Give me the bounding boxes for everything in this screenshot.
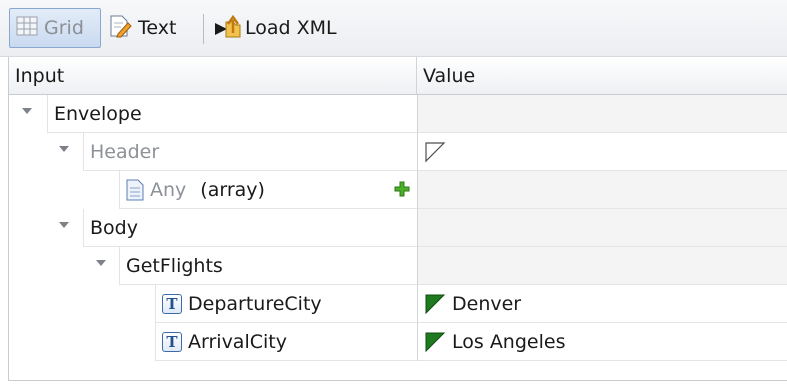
column-header-value[interactable]: Value — [417, 57, 787, 95]
node-label-arrivalcity: ArrivalCity — [188, 330, 287, 353]
value-cell-envelope[interactable] — [417, 95, 787, 133]
value-cell-header[interactable] — [417, 133, 787, 171]
toolbar: Grid Text Load XML — [0, 0, 787, 57]
tree-row-header[interactable]: Header — [9, 133, 787, 171]
input-value-grid: Input Value Envelope Header Any (array) … — [8, 57, 787, 381]
value-cell-getflights[interactable] — [417, 247, 787, 285]
node-label-any: Any — [150, 178, 187, 201]
node-label-header[interactable]: Header — [83, 133, 417, 171]
tree-row-departurecity[interactable]: T DepartureCity Denver — [9, 285, 787, 323]
text-type-icon: T — [162, 331, 182, 352]
load-xml-icon — [213, 13, 243, 44]
node-cell-any[interactable]: Any (array) — [119, 171, 417, 209]
grid-view-button[interactable]: Grid — [9, 8, 101, 48]
value-set-flag-icon — [424, 331, 446, 353]
empty-value-flag-icon — [424, 141, 446, 163]
document-icon — [126, 179, 144, 201]
tree-row-any[interactable]: Any (array) — [9, 171, 787, 209]
node-label-getflights[interactable]: GetFlights — [119, 247, 417, 285]
tree-row-getflights[interactable]: GetFlights — [9, 247, 787, 285]
load-xml-button[interactable]: Load XML — [211, 8, 351, 48]
node-label-envelope[interactable]: Envelope — [47, 95, 417, 133]
value-text-departurecity: Denver — [452, 292, 522, 315]
load-xml-label: Load XML — [245, 17, 337, 39]
node-cell-arrivalcity[interactable]: T ArrivalCity — [155, 323, 417, 361]
tree-row-body[interactable]: Body — [9, 209, 787, 247]
text-view-label: Text — [138, 17, 177, 39]
text-type-icon: T — [162, 293, 182, 314]
column-header-input[interactable]: Input — [9, 57, 417, 95]
value-cell-any[interactable] — [417, 171, 787, 209]
toolbar-separator — [203, 14, 204, 44]
add-icon[interactable] — [393, 180, 411, 198]
grid-view-label: Grid — [44, 17, 84, 39]
text-edit-icon — [108, 14, 132, 43]
expand-arrow-icon[interactable] — [22, 108, 32, 114]
node-label-body[interactable]: Body — [83, 209, 417, 247]
node-label-departurecity: DepartureCity — [188, 292, 322, 315]
array-type-note: (array) — [200, 178, 265, 201]
grid-icon — [16, 16, 38, 41]
node-cell-departurecity[interactable]: T DepartureCity — [155, 285, 417, 323]
text-view-button[interactable]: Text — [106, 8, 196, 48]
expand-arrow-icon[interactable] — [59, 146, 69, 152]
tree-row-arrivalcity[interactable]: T ArrivalCity Los Angeles — [9, 323, 787, 361]
tree-row-envelope[interactable]: Envelope — [9, 95, 787, 133]
expand-arrow-icon[interactable] — [59, 222, 69, 228]
value-cell-departurecity[interactable]: Denver — [417, 285, 787, 323]
value-cell-arrivalcity[interactable]: Los Angeles — [417, 323, 787, 361]
value-set-flag-icon — [424, 293, 446, 315]
value-cell-body[interactable] — [417, 209, 787, 247]
value-text-arrivalcity: Los Angeles — [452, 330, 566, 353]
expand-arrow-icon[interactable] — [96, 260, 106, 266]
